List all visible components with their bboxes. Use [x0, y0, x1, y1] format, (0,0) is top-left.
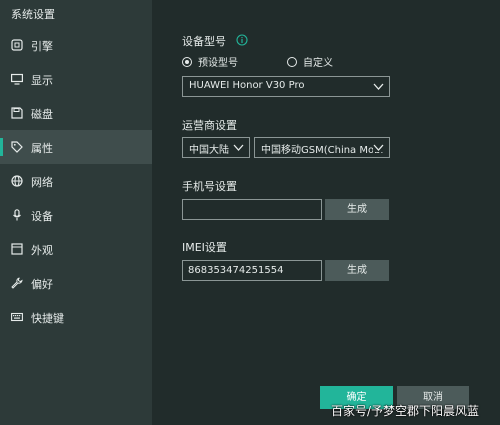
- monitor-icon: [11, 73, 23, 85]
- engine-icon: [11, 39, 23, 51]
- imei-input[interactable]: 868353474251554: [182, 260, 322, 281]
- info-icon[interactable]: [236, 34, 248, 46]
- sidebar-item-label: 设备: [31, 210, 53, 223]
- radio-unchecked-indicator: [287, 56, 297, 67]
- imei-value: 868353474251554: [188, 265, 284, 276]
- sidebar-item-device[interactable]: 设备: [0, 198, 152, 232]
- carrier-title: 运营商设置: [182, 119, 237, 132]
- sidebar-item-preferences[interactable]: 偏好: [0, 266, 152, 300]
- chevron-down-icon: [373, 82, 384, 91]
- globe-icon: [11, 175, 23, 187]
- sidebar-item-properties[interactable]: 属性: [0, 130, 152, 164]
- device-model-select[interactable]: HUAWEI Honor V30 Pro: [182, 76, 390, 97]
- settings-main: 设备型号 预设型号 自定义 HUAWEI Honor V30 Pro 运营商设置…: [152, 0, 500, 425]
- sidebar-nav: 引擎 显示 磁盘 属性 网络 设备 外观 偏好 快捷键: [0, 28, 152, 334]
- device-model-value: HUAWEI Honor V30 Pro: [189, 80, 305, 91]
- sidebar-item-display[interactable]: 显示: [0, 62, 152, 96]
- radio-custom-model[interactable]: 自定义: [287, 54, 333, 69]
- sidebar-item-shortcuts[interactable]: 快捷键: [0, 300, 152, 334]
- device-model-title: 设备型号: [182, 35, 226, 48]
- radio-preset-model[interactable]: 预设型号: [182, 54, 238, 69]
- carrier-select[interactable]: 中国移动GSM(China Mobi: [254, 137, 390, 158]
- imei-generate-button[interactable]: 生成: [325, 260, 389, 281]
- phone-title: 手机号设置: [182, 180, 237, 193]
- ok-button[interactable]: 确定: [320, 386, 393, 409]
- phone-input[interactable]: [182, 199, 322, 220]
- imei-title: IMEI设置: [182, 241, 227, 254]
- region-select[interactable]: 中国大陆: [182, 137, 250, 158]
- sidebar-item-label: 显示: [31, 74, 53, 87]
- sidebar: 系统设置 引擎 显示 磁盘 属性 网络 设备 外观 偏好 快捷键: [0, 0, 152, 425]
- disk-icon: [11, 107, 23, 119]
- microphone-icon: [11, 209, 23, 221]
- sidebar-item-engine[interactable]: 引擎: [0, 28, 152, 62]
- radio-custom-label: 自定义: [303, 58, 333, 69]
- sidebar-item-label: 偏好: [31, 278, 53, 291]
- chevron-down-icon: [373, 143, 384, 152]
- sidebar-item-label: 网络: [31, 176, 53, 189]
- radio-preset-label: 预设型号: [198, 58, 238, 69]
- keyboard-icon: [11, 311, 23, 323]
- cancel-button[interactable]: 取消: [397, 386, 469, 409]
- wrench-icon: [11, 277, 23, 289]
- sidebar-item-label: 磁盘: [31, 108, 53, 121]
- settings-window: 系统设置 引擎 显示 磁盘 属性 网络 设备 外观 偏好 快捷键 设备型号 预设…: [0, 0, 500, 425]
- region-value: 中国大陆: [189, 145, 229, 156]
- sidebar-item-appearance[interactable]: 外观: [0, 232, 152, 266]
- sidebar-item-label: 外观: [31, 244, 53, 257]
- sidebar-item-label: 属性: [31, 142, 53, 155]
- window-title: 系统设置: [11, 8, 55, 21]
- radio-checked-indicator: [182, 56, 192, 67]
- sidebar-item-label: 快捷键: [31, 312, 64, 325]
- tag-icon: [11, 141, 23, 153]
- phone-generate-button[interactable]: 生成: [325, 199, 389, 220]
- sidebar-item-disk[interactable]: 磁盘: [0, 96, 152, 130]
- window-icon: [11, 243, 23, 255]
- chevron-down-icon: [233, 143, 244, 152]
- carrier-value: 中国移动GSM(China Mobi: [261, 145, 384, 156]
- sidebar-item-label: 引擎: [31, 40, 53, 53]
- sidebar-item-network[interactable]: 网络: [0, 164, 152, 198]
